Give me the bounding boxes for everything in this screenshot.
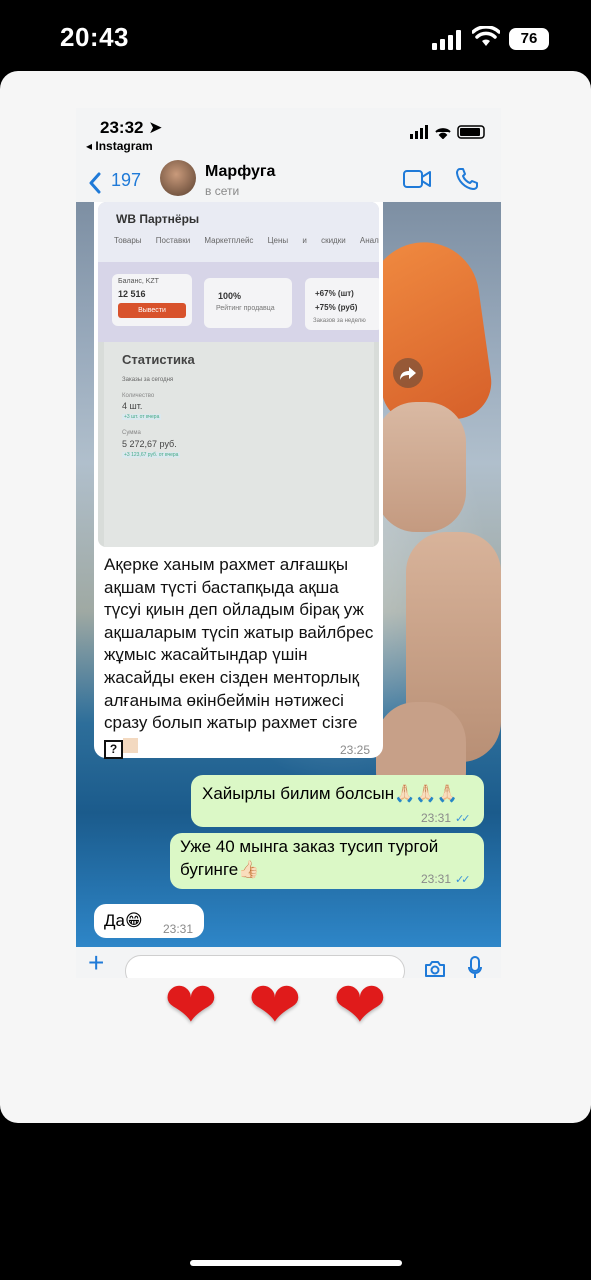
orders-pieces: +67% (шт) — [315, 289, 354, 298]
forward-icon[interactable] — [393, 358, 423, 388]
wb-menu: Товары Поставки Маркетплейс Цены и скидк… — [114, 236, 379, 245]
skin-tone-icon — [123, 737, 138, 753]
microphone-icon[interactable] — [468, 956, 482, 978]
avatar[interactable] — [160, 160, 196, 196]
phone-call-icon[interactable] — [455, 167, 479, 191]
contact-status: в сети — [205, 184, 240, 198]
missing-glyph-icon: ? — [104, 739, 123, 759]
rating-label: Рейтинг продавца — [216, 305, 275, 312]
plus-icon[interactable]: + — [88, 949, 104, 977]
message-time: 23:31 ✓✓ — [421, 811, 471, 825]
read-ticks-icon: ✓✓ — [455, 874, 471, 886]
stats-title: Статистика — [122, 352, 195, 367]
status-time: 20:43 — [60, 22, 129, 52]
camera-icon[interactable] — [424, 960, 446, 978]
withdraw-button: Вывести — [118, 303, 186, 318]
video-call-icon[interactable] — [403, 169, 431, 189]
qty-change: +3 шт. от вчера — [122, 414, 162, 420]
heart-icon: ❤ — [248, 969, 302, 1041]
sum-label: Сумма — [122, 430, 141, 436]
heart-icon: ❤ — [333, 969, 387, 1041]
sum-change: +3 123,67 руб. от вчера — [122, 452, 181, 458]
chat-area: WB Партнёры Товары Поставки Маркетплейс … — [76, 202, 501, 947]
inner-status-icons — [410, 125, 485, 139]
orders-label: Заказов за неделю — [313, 318, 366, 324]
stats-today: Заказы за сегодня — [122, 377, 174, 383]
cellular-signal-icon — [432, 30, 461, 50]
contact-name[interactable]: Марфуга — [205, 163, 275, 181]
balance-label: Баланс, KZT — [118, 278, 159, 285]
orders-rub: +75% (руб) — [315, 303, 358, 312]
message-time: 23:31 — [163, 922, 194, 936]
chat-screenshot: 23:32 ➤ ◂ Instagram 197 Марфуга в сети W… — [76, 108, 501, 978]
message-text: Ақерке ханым рахмет алғашқы ақшам түсті … — [104, 554, 374, 759]
wb-screenshot-photo[interactable]: WB Партнёры Товары Поставки Маркетплейс … — [98, 202, 379, 547]
message-text: Да😁 — [104, 911, 143, 930]
home-indicator[interactable] — [190, 1260, 402, 1266]
image-message-bubble[interactable]: WB Партнёры Товары Поставки Маркетплейс … — [94, 202, 383, 759]
message-time: 23:25 — [340, 743, 371, 757]
wallpaper-child-face — [376, 402, 466, 532]
sum-value: 5 272,67 руб. — [122, 439, 177, 449]
back-chevron-icon[interactable] — [88, 172, 102, 194]
message-text: Хайырлы билим болсын🙏🏻🙏🏻🙏🏻 — [202, 784, 458, 803]
wifi-icon — [472, 26, 500, 46]
back-count[interactable]: 197 — [111, 170, 141, 191]
balance-value: 12 516 — [118, 289, 146, 299]
back-to-instagram-link[interactable]: ◂ Instagram — [86, 139, 153, 153]
qty-value: 4 шт. — [122, 401, 143, 411]
wb-title: WB Партнёры — [116, 212, 200, 226]
heart-icon: ❤ — [164, 969, 218, 1041]
rating-value: 100% — [218, 291, 242, 301]
battery-indicator: 76 — [509, 28, 549, 50]
read-ticks-icon: ✓✓ — [455, 813, 471, 825]
inner-status-time: 23:32 ➤ — [100, 118, 163, 137]
qty-label: Количество — [122, 393, 155, 399]
message-time: 23:31 ✓✓ — [421, 872, 471, 886]
